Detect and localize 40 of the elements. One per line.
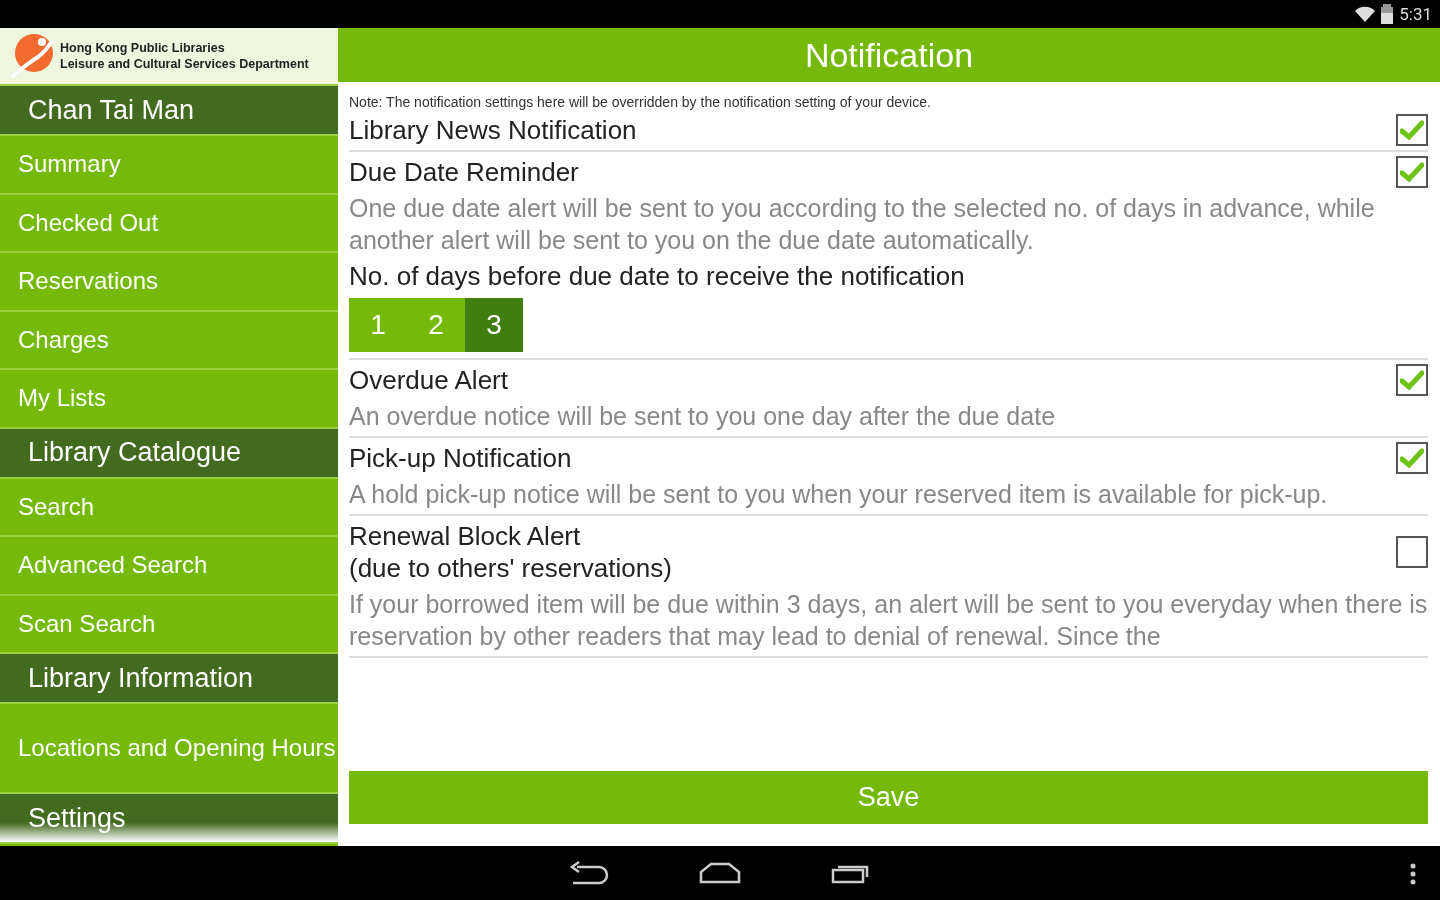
save-button[interactable]: Save xyxy=(349,771,1428,824)
checkbox[interactable] xyxy=(1396,442,1428,474)
day-option[interactable]: 2 xyxy=(407,298,465,352)
days-label: No. of days before due date to receive the notification xyxy=(349,260,966,292)
page-title: Notification xyxy=(338,28,1440,82)
menu-item[interactable]: Reservations xyxy=(0,253,338,312)
home-icon xyxy=(699,862,741,884)
note-text: Note: The notification settings here will be overridden by the notification setting of your device. xyxy=(349,94,932,110)
day-option[interactable]: 3 xyxy=(465,298,523,352)
back-icon xyxy=(569,861,609,885)
setting-title: Overdue Alert xyxy=(349,364,508,396)
section-header: Chan Tai Man xyxy=(0,86,338,136)
menu-item[interactable]: Summary xyxy=(0,136,338,195)
checkbox[interactable] xyxy=(1396,114,1428,146)
brand-name: Hong Kong Public Libraries xyxy=(60,40,226,56)
department-name: Leisure and Cultural Services Department xyxy=(60,56,309,72)
setting-title: Due Date Reminder xyxy=(349,156,579,188)
checkbox[interactable] xyxy=(1396,364,1428,396)
section-header: Library Catalogue xyxy=(0,428,338,479)
setting-description: One due date alert will be sent to you according to the selected no. of days in advance, while another alert will be sent to you on the due date automatically. xyxy=(349,193,1376,256)
wifi-icon xyxy=(1355,6,1376,22)
checkbox[interactable] xyxy=(1396,156,1428,188)
menu-item[interactable]: Charges xyxy=(0,311,338,370)
section-header: Settings xyxy=(0,794,338,844)
status-time: 5:31 xyxy=(1399,4,1432,24)
menu-item[interactable]: Search xyxy=(0,478,338,537)
setting-description: If your borrowed item will be due within 3 days, an alert will be sent to you everyday when there is reservation by other readers that may lead to denial of renewal. Since the xyxy=(349,589,1428,652)
more-options-icon xyxy=(1410,863,1416,885)
setting-title: Renewal Block Alert (due to others' reservations) xyxy=(349,520,672,584)
setting-title: Library News Notification xyxy=(349,114,637,146)
menu-item[interactable]: Checked Out xyxy=(0,194,338,253)
day-option[interactable]: 1 xyxy=(349,298,407,352)
menu-item[interactable]: Advanced Search xyxy=(0,537,338,596)
setting-title: Pick-up Notification xyxy=(349,442,572,474)
section-header: Library Information xyxy=(0,654,338,704)
checkbox[interactable] xyxy=(1396,536,1428,568)
runner-logo-icon xyxy=(8,33,54,79)
battery-icon xyxy=(1381,4,1394,24)
setting-description: An overdue notice will be sent to you one day after the due date xyxy=(349,401,1057,432)
setting-description: A hold pick-up notice will be sent to you when your reserved item is available for pick-up. xyxy=(349,479,1329,510)
